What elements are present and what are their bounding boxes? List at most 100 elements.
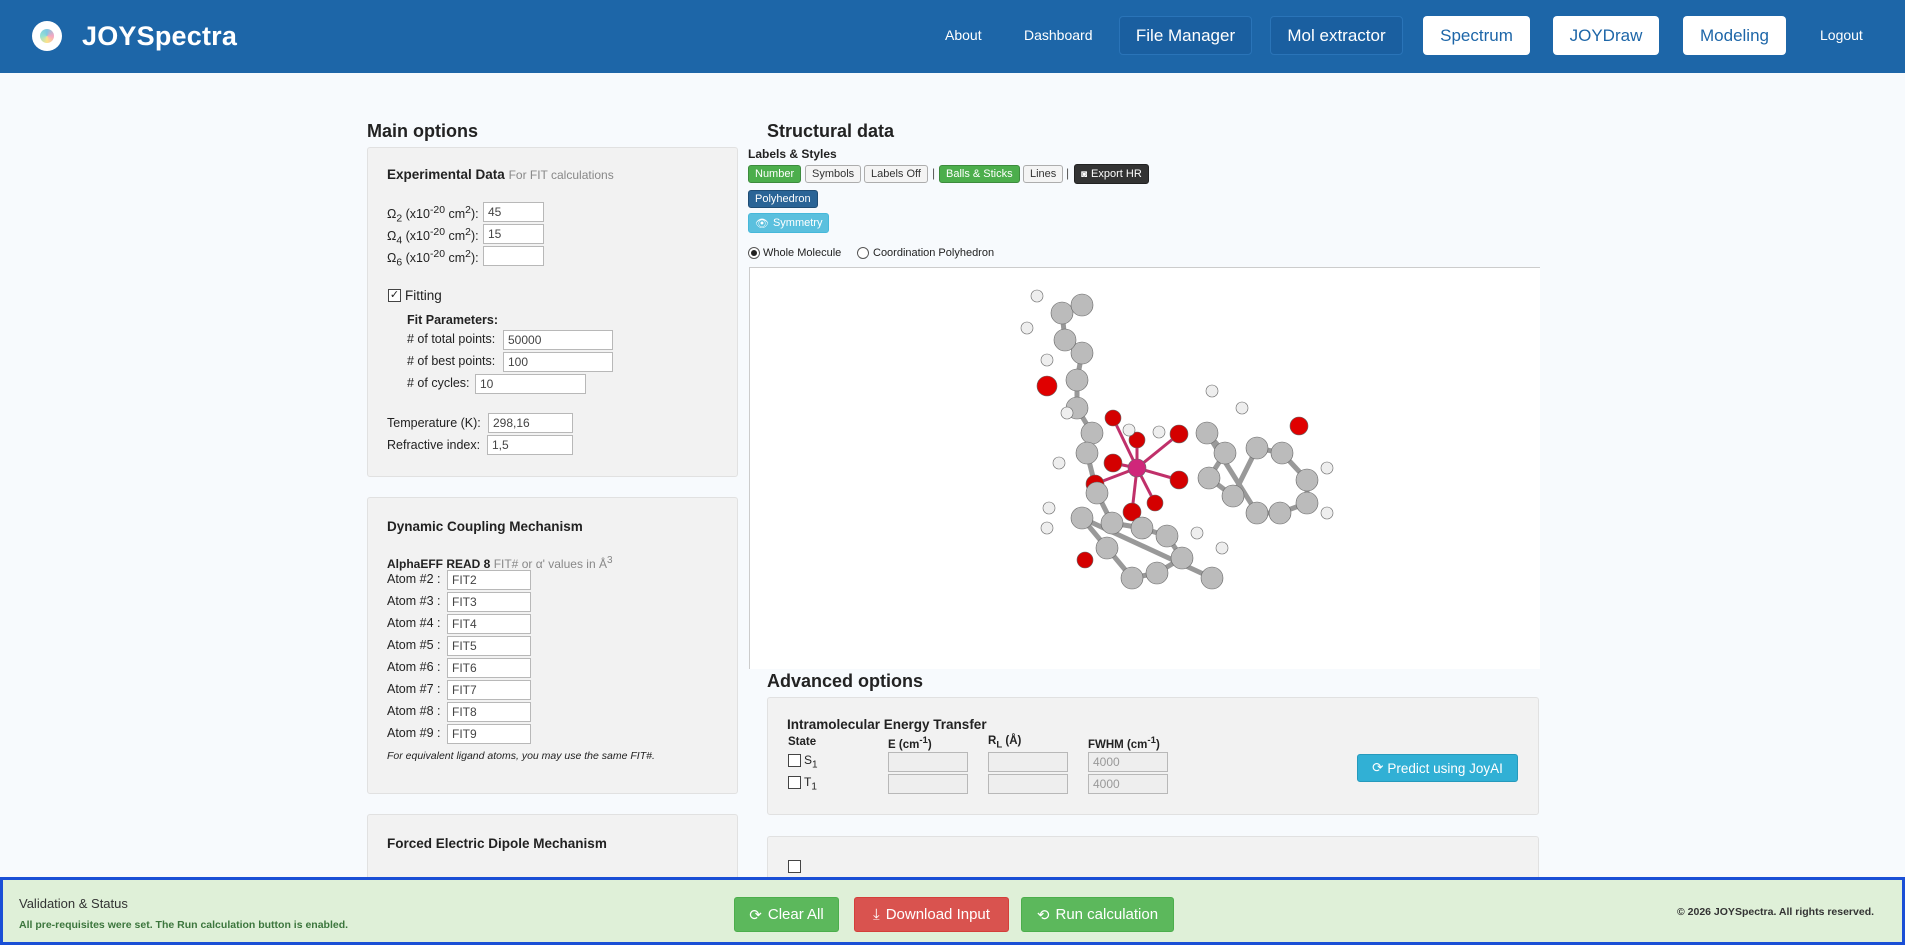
camera-icon: ◙ xyxy=(1081,168,1088,180)
atom-alpha-input[interactable] xyxy=(447,592,531,612)
copyright-text: © 2026 JOYSpectra. All rights reserved. xyxy=(1677,906,1875,918)
advanced-option-checkbox[interactable] xyxy=(788,860,801,873)
nav-mol-extractor[interactable]: Mol extractor xyxy=(1270,16,1403,55)
nav-about[interactable]: About xyxy=(945,27,982,43)
energy-input[interactable] xyxy=(888,752,968,772)
download-input-button[interactable]: ⤓ Download Input xyxy=(854,897,1009,932)
refresh-icon: ⟳ xyxy=(749,906,762,924)
omega6-input[interactable] xyxy=(483,246,544,266)
whole-molecule-label: Whole Molecule xyxy=(763,247,842,259)
total-points-input[interactable] xyxy=(503,330,613,350)
labels-styles-heading: Labels & Styles xyxy=(748,147,837,161)
experimental-data-hint: For FIT calculations xyxy=(508,168,614,182)
nav-logout[interactable]: Logout xyxy=(1820,27,1863,43)
run-icon: ⟲ xyxy=(1036,906,1050,924)
state-checkbox[interactable] xyxy=(788,754,801,767)
polyhedron-button[interactable]: Polyhedron xyxy=(748,190,818,208)
atom-label: Atom #2 : xyxy=(387,572,441,586)
omega2-label: Ω2 (x10-20 cm2): xyxy=(387,205,479,225)
clear-all-button[interactable]: ⟳ Clear All xyxy=(734,897,839,932)
alpha-eff-hint: FIT# or α' values in Å3 xyxy=(493,555,613,571)
atom-label: Atom #7 : xyxy=(387,682,441,696)
refractive-index-label: Refractive index: xyxy=(387,438,481,452)
eye-icon: 👁 xyxy=(755,217,769,230)
validation-status-title: Validation & Status xyxy=(19,896,128,911)
run-calculation-button[interactable]: ⟲ Run calculation xyxy=(1021,897,1174,932)
atom-label: Atom #9 : xyxy=(387,726,441,740)
toolbar-separator: | xyxy=(1066,166,1070,180)
omega4-label: Ω4 (x10-20 cm2): xyxy=(387,227,479,247)
atom-alpha-input[interactable] xyxy=(447,702,531,722)
coordination-polyhedron-radio[interactable] xyxy=(857,247,869,259)
cycles-input[interactable] xyxy=(475,374,586,394)
refractive-index-input[interactable] xyxy=(487,435,573,455)
spectrum-logo-icon[interactable] xyxy=(32,21,62,51)
state-column-header: State xyxy=(788,736,817,748)
omega6-label: Ω6 (x10-20 cm2): xyxy=(387,249,479,269)
atom-label: Atom #3 : xyxy=(387,594,441,608)
alpha-eff-label: AlphaEFF READ 8 FIT# or α' values in Å3 xyxy=(387,555,613,571)
nav-spectrum[interactable]: Spectrum xyxy=(1423,16,1530,55)
state-label: S1 xyxy=(804,753,818,771)
cycles-label: # of cycles: xyxy=(407,376,470,390)
temperature-input[interactable] xyxy=(488,413,573,433)
toolbar-separator: | xyxy=(932,166,936,180)
fwhm-input[interactable] xyxy=(1088,752,1168,772)
best-points-label: # of best points: xyxy=(407,354,496,368)
atom-alpha-input[interactable] xyxy=(447,658,531,678)
lines-style-button[interactable]: Lines xyxy=(1023,165,1064,183)
validation-status-footer: Validation & Status All pre-requisites w… xyxy=(0,877,1905,945)
state-checkbox[interactable] xyxy=(788,776,801,789)
atom-alpha-input[interactable] xyxy=(447,636,531,656)
atom-label: Atom #4 : xyxy=(387,616,441,630)
experimental-data-heading: Experimental Data For FIT calculations xyxy=(387,167,614,182)
atom-alpha-input[interactable] xyxy=(447,724,531,744)
equivalent-ligand-note: For equivalent ligand atoms, you may use… xyxy=(387,750,655,762)
molecule-render[interactable] xyxy=(750,268,1541,670)
omega4-input[interactable] xyxy=(483,224,544,244)
fitting-label: Fitting xyxy=(405,288,442,303)
top-navbar: JOYSpectra About Dashboard File Manager … xyxy=(0,0,1905,73)
whole-molecule-radio[interactable] xyxy=(748,247,760,259)
atom-alpha-input[interactable] xyxy=(447,570,531,590)
forced-electric-heading: Forced Electric Dipole Mechanism xyxy=(387,836,607,851)
omega2-input[interactable] xyxy=(483,202,544,222)
advanced-options-title: Advanced options xyxy=(767,671,924,691)
number-labels-button[interactable]: Number xyxy=(748,165,802,183)
atom-label: Atom #5 : xyxy=(387,638,441,652)
symbols-labels-button[interactable]: Symbols xyxy=(805,165,862,183)
dynamic-coupling-heading: Dynamic Coupling Mechanism xyxy=(387,519,583,534)
nav-modeling[interactable]: Modeling xyxy=(1683,16,1786,55)
fwhm-column-header: FWHM (cm-1) xyxy=(1088,735,1160,751)
validation-status-message: All pre-requisites were set. The Run cal… xyxy=(19,919,349,931)
rl-input[interactable] xyxy=(988,752,1068,772)
total-points-label: # of total points: xyxy=(407,332,496,346)
nav-joydraw[interactable]: JOYDraw xyxy=(1553,16,1659,55)
fwhm-input[interactable] xyxy=(1088,774,1168,794)
energy-transfer-heading: Intramolecular Energy Transfer xyxy=(787,717,987,732)
atom-label: Atom #8 : xyxy=(387,704,441,718)
download-icon: ⤓ xyxy=(873,906,880,923)
rl-column-header: RL (Å) xyxy=(988,735,1022,751)
coordination-polyhedron-label: Coordination Polyhedron xyxy=(873,247,995,259)
symmetry-button[interactable]: 👁 Symmetry xyxy=(748,213,830,233)
fit-parameters-heading: Fit Parameters: xyxy=(407,313,499,327)
energy-input[interactable] xyxy=(888,774,968,794)
molecule-viewer[interactable] xyxy=(749,267,1540,669)
fitting-checkbox[interactable]: ✓ xyxy=(388,289,401,302)
state-label: T1 xyxy=(804,775,817,793)
atom-alpha-input[interactable] xyxy=(447,680,531,700)
labels-off-button[interactable]: Labels Off xyxy=(864,165,928,183)
temperature-label: Temperature (K): xyxy=(387,416,481,430)
structural-data-title: Structural data xyxy=(767,121,895,141)
atom-alpha-input[interactable] xyxy=(447,614,531,634)
brand-name[interactable]: JOYSpectra xyxy=(82,21,237,52)
best-points-input[interactable] xyxy=(503,352,613,372)
export-hr-button[interactable]: ◙ Export HR xyxy=(1074,164,1149,184)
nav-dashboard[interactable]: Dashboard xyxy=(1024,27,1093,43)
balls-sticks-button[interactable]: Balls & Sticks xyxy=(939,165,1020,183)
atom-label: Atom #6 : xyxy=(387,660,441,674)
rl-input[interactable] xyxy=(988,774,1068,794)
predict-joyai-button[interactable]: ⟳ Predict using JoyAI xyxy=(1357,754,1518,782)
nav-file-manager[interactable]: File Manager xyxy=(1119,16,1252,55)
